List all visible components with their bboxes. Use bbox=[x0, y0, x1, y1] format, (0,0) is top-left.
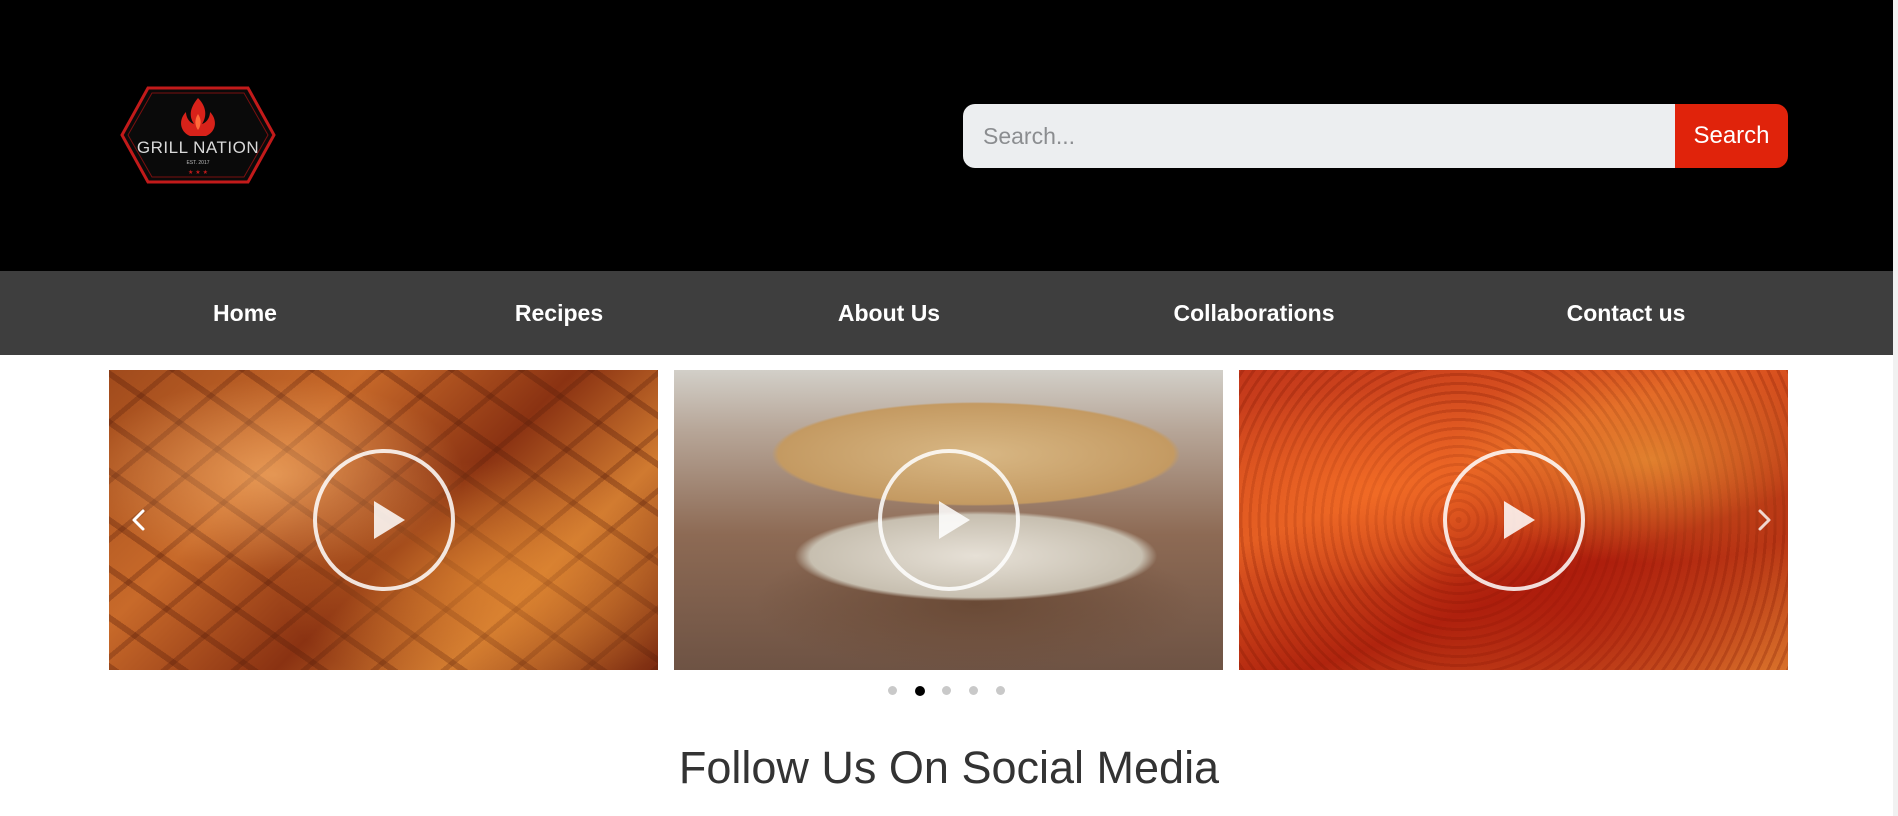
svg-text:EST. 2017: EST. 2017 bbox=[186, 160, 209, 166]
video-slide-seasoned-meat[interactable] bbox=[1239, 370, 1788, 670]
play-icon[interactable] bbox=[877, 449, 1020, 591]
nav-item-collaborations[interactable]: Collaborations bbox=[1173, 271, 1334, 355]
main-nav: Home Recipes About Us Collaborations Con… bbox=[0, 271, 1898, 355]
play-icon[interactable] bbox=[312, 449, 455, 591]
search-input[interactable] bbox=[963, 104, 1675, 168]
scrollbar-track[interactable] bbox=[1893, 0, 1898, 816]
social-media-heading: Follow Us On Social Media bbox=[678, 742, 1220, 793]
carousel-dot[interactable] bbox=[969, 686, 978, 695]
play-icon[interactable] bbox=[1442, 449, 1585, 591]
site-header: GRILL NATION EST. 2017 ★ ★ ★ Search bbox=[0, 0, 1898, 271]
search-bar: Search bbox=[963, 104, 1788, 168]
svg-text:GRILL NATION: GRILL NATION bbox=[137, 138, 259, 157]
video-carousel bbox=[109, 370, 1789, 670]
carousel-dot[interactable] bbox=[996, 686, 1005, 695]
grill-nation-logo[interactable]: GRILL NATION EST. 2017 ★ ★ ★ bbox=[118, 80, 278, 190]
nav-item-contact-us[interactable]: Contact us bbox=[1567, 271, 1686, 355]
video-slide-sandwich[interactable] bbox=[674, 370, 1223, 670]
carousel-dot-active[interactable] bbox=[915, 685, 925, 696]
carousel-pagination bbox=[880, 685, 1020, 698]
search-button[interactable]: Search bbox=[1675, 104, 1788, 168]
svg-text:★ ★ ★: ★ ★ ★ bbox=[188, 169, 208, 176]
chevron-right-icon[interactable] bbox=[1749, 505, 1779, 535]
nav-item-recipes[interactable]: Recipes bbox=[515, 271, 603, 355]
carousel-dot[interactable] bbox=[888, 686, 897, 695]
video-slide-smoked-pork[interactable] bbox=[109, 370, 658, 670]
logo-badge-icon: GRILL NATION EST. 2017 ★ ★ ★ bbox=[120, 86, 276, 184]
nav-item-about-us[interactable]: About Us bbox=[838, 271, 940, 355]
nav-item-home[interactable]: Home bbox=[213, 271, 277, 355]
carousel-dot[interactable] bbox=[942, 686, 951, 695]
chevron-left-icon[interactable] bbox=[124, 505, 154, 535]
